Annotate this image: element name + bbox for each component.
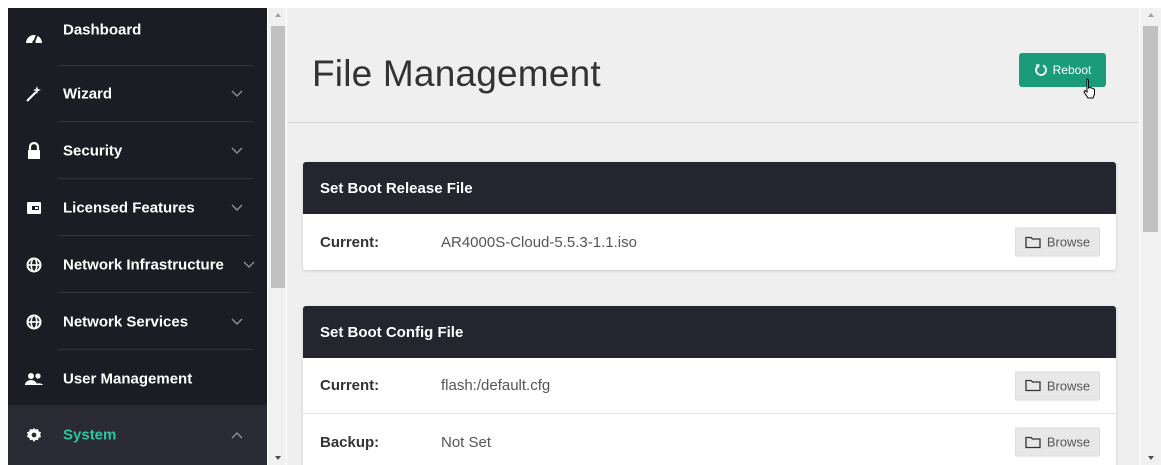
scroll-down-arrow-icon[interactable] [272,453,284,463]
browse-button-label: Browse [1046,234,1091,250]
reboot-button-label: Reboot [1052,63,1092,77]
app-window: Dashboard Wizard Security Licensed Featu… [0,0,1161,465]
sidebar-item-label: User Management [63,370,193,387]
globe-icon [24,312,44,332]
sidebar-item-dashboard[interactable]: Dashboard [8,8,267,65]
sidebar-item-network-services[interactable]: Network Services [8,293,267,350]
sidebar-scrollbar-thumb[interactable] [271,26,285,288]
sidebar-item-licensed-features[interactable]: Licensed Features [8,179,267,236]
page-header: File Management Reboot [287,8,1139,122]
table-row: Current: flash:/default.cfg Browse [303,358,1116,414]
browse-button-label: Browse [1046,434,1091,450]
boot-release-card: Set Boot Release File Current: AR4000S-C… [303,162,1116,270]
sidebar-item-label: Network Infrastructure [63,256,224,273]
scroll-up-arrow-icon[interactable] [1145,10,1157,20]
row-label: Current: [320,377,380,394]
table-row: Backup: Not Set Browse [303,414,1116,465]
sidebar-item-label: Wizard [63,85,113,102]
chevron-down-icon [231,317,243,325]
row-value: flash:/default.cfg [441,377,551,394]
browse-button[interactable]: Browse [1015,427,1100,457]
chevron-down-icon [243,260,255,268]
sidebar-item-label: Licensed Features [63,199,195,216]
card-title: Set Boot Release File [303,162,1116,214]
scroll-up-arrow-icon[interactable] [272,10,284,20]
page-title: File Management [312,53,601,94]
browse-button[interactable]: Browse [1015,371,1100,400]
mouse-pointer-icon [1083,78,1095,99]
sidebar-item-label: Security [63,142,123,159]
row-value: Not Set [441,433,492,451]
row-value: AR4000S-Cloud-5.5.3-1.1.iso [441,233,637,251]
header-divider [287,122,1139,123]
row-label: Backup: [320,433,380,451]
chevron-down-icon [231,89,243,97]
globe-icon [24,255,44,275]
sidebar-item-label: Dashboard [63,21,142,39]
browse-button-label: Browse [1046,378,1091,393]
chevron-down-icon [231,146,243,154]
browse-button[interactable]: Browse [1015,227,1100,257]
folder-icon [1025,379,1041,392]
chevron-down-icon [231,203,243,211]
folder-icon [1025,236,1041,248]
row-label: Current: [320,233,380,251]
magic-wand-icon [24,84,44,104]
boot-config-card: Set Boot Config File Current: flash:/def… [303,306,1116,465]
users-icon [24,369,44,389]
dashboard-gauge-icon [24,27,44,47]
table-row: Current: AR4000S-Cloud-5.5.3-1.1.iso Bro… [303,214,1116,270]
sidebar-item-user-management[interactable]: User Management [8,350,267,407]
scroll-down-arrow-icon[interactable] [1145,453,1157,463]
sidebar-item-network-infrastructure[interactable]: Network Infrastructure [8,236,267,293]
sidebar-item-label: Network Services [63,313,189,330]
lock-icon [24,141,44,161]
main-content: File Management Reboot Set Boot Release … [287,8,1139,465]
license-card-icon [24,198,44,218]
gear-icon [24,425,44,445]
sidebar-item-wizard[interactable]: Wizard [8,65,267,122]
sidebar-item-label: System [63,426,117,444]
sidebar-item-security[interactable]: Security [8,122,267,179]
main-scrollbar-thumb[interactable] [1143,26,1158,232]
sidebar-item-system[interactable]: System [8,405,267,465]
sidebar-divider [58,65,253,66]
card-title: Set Boot Config File [303,306,1116,358]
chevron-up-icon [231,431,243,439]
sidebar: Dashboard Wizard Security Licensed Featu… [8,8,267,465]
reboot-icon [1034,64,1047,76]
folder-icon [1025,436,1041,448]
